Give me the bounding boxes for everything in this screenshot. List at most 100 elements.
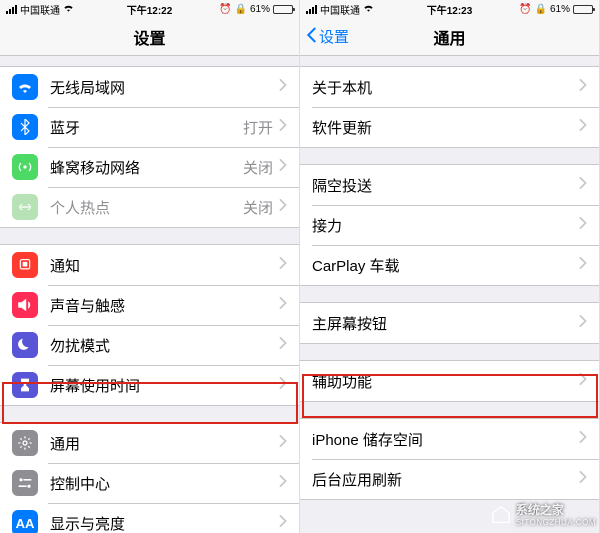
bluetooth-icon	[12, 114, 38, 140]
screentime-icon	[12, 372, 38, 398]
row-dnd[interactable]: 勿扰模式	[0, 325, 299, 365]
page-title: 通用	[433, 25, 465, 49]
back-label: 设置	[319, 26, 349, 47]
chevron-right-icon	[579, 176, 587, 194]
row-display[interactable]: AA 显示与亮度	[0, 503, 299, 533]
chevron-right-icon	[279, 296, 287, 314]
status-bar: 中国联通 下午12:22 ⏰ 🔒 61%	[0, 0, 299, 18]
settings-list[interactable]: 无线局域网蓝牙打开蜂窝移动网络关闭个人热点关闭 通知声音与触感勿扰模式屏幕使用时…	[0, 56, 299, 533]
row-screentime[interactable]: 屏幕使用时间	[0, 365, 299, 405]
row-label: 个人热点	[50, 197, 243, 218]
watermark-url: SITONGZHUA.COM	[516, 518, 596, 527]
row-label: 通用	[50, 433, 279, 454]
status-time: 下午12:23	[427, 2, 473, 17]
general-icon	[12, 430, 38, 456]
watermark: 系统之家 SITONGZHUA.COM	[490, 501, 596, 527]
wifi-icon	[12, 74, 38, 100]
row-label: 主屏幕按钮	[312, 313, 579, 334]
row-general[interactable]: 通用	[0, 423, 299, 463]
battery-icon	[273, 5, 293, 14]
row-notifications[interactable]: 通知	[0, 245, 299, 285]
chevron-right-icon	[279, 474, 287, 492]
status-time: 下午12:22	[127, 2, 173, 17]
chevron-right-icon	[279, 78, 287, 96]
chevron-right-icon	[579, 372, 587, 390]
chevron-right-icon	[579, 470, 587, 488]
row-label: 后台应用刷新	[312, 469, 579, 490]
general-list[interactable]: 关于本机软件更新 隔空投送接力 CarPlay 车载 主屏幕按钮 辅助功能 iPh…	[300, 56, 599, 533]
row-hotspot[interactable]: 个人热点关闭	[0, 187, 299, 227]
chevron-right-icon	[579, 256, 587, 274]
battery-percent: 61%	[250, 4, 270, 15]
sounds-icon	[12, 292, 38, 318]
group-connectivity: 无线局域网蓝牙打开蜂窝移动网络关闭个人热点关闭	[0, 66, 299, 228]
row-label: 控制中心	[50, 473, 279, 494]
row-label: 接力	[312, 215, 579, 236]
wifi-status-icon	[63, 3, 74, 15]
watermark-text: 系统之家	[516, 501, 596, 518]
row-label: 隔空投送	[312, 175, 579, 196]
group-about: 关于本机软件更新	[300, 66, 599, 148]
battery-percent: 61%	[550, 4, 570, 15]
row-controlcenter[interactable]: 控制中心	[0, 463, 299, 503]
alarm-icon: ⏰	[519, 4, 531, 15]
notifications-icon	[12, 252, 38, 278]
row-home-button[interactable]: 主屏幕按钮	[300, 303, 599, 343]
chevron-right-icon	[579, 78, 587, 96]
screen-general: 中国联通 下午12:23 ⏰ 🔒 61% 设置 通用 关于本机软件更新 隔空投送…	[300, 0, 600, 533]
watermark-icon	[490, 503, 512, 525]
row-value: 打开	[243, 117, 273, 138]
row-wifi[interactable]: 无线局域网	[0, 67, 299, 107]
row-label: 屏幕使用时间	[50, 375, 279, 396]
status-bar: 中国联通 下午12:23 ⏰ 🔒 61%	[300, 0, 599, 18]
row-label: 声音与触感	[50, 295, 279, 316]
row-accessibility[interactable]: 辅助功能	[300, 361, 599, 401]
display-icon: AA	[12, 510, 38, 533]
wifi-status-icon	[363, 3, 374, 15]
row-value: 关闭	[243, 197, 273, 218]
row-label: 蓝牙	[50, 117, 243, 138]
row-about[interactable]: 关于本机	[300, 67, 599, 107]
group-accessibility: 辅助功能	[300, 360, 599, 402]
hotspot-icon	[12, 194, 38, 220]
battery-icon	[573, 5, 593, 14]
group-home: 主屏幕按钮	[300, 302, 599, 344]
controlcenter-icon	[12, 470, 38, 496]
row-handoff[interactable]: 接力	[300, 205, 599, 245]
row-label: 辅助功能	[312, 371, 579, 392]
row-value: 关闭	[243, 157, 273, 178]
row-airdrop[interactable]: 隔空投送	[300, 165, 599, 205]
chevron-right-icon	[579, 314, 587, 332]
alarm-icon: ⏰	[219, 4, 231, 15]
row-sounds[interactable]: 声音与触感	[0, 285, 299, 325]
row-bluetooth[interactable]: 蓝牙打开	[0, 107, 299, 147]
row-carplay[interactable]: CarPlay 车载	[300, 245, 599, 285]
group-general: 通用控制中心AA显示与亮度墙纸	[0, 422, 299, 533]
row-label: iPhone 储存空间	[312, 429, 579, 450]
row-label: 显示与亮度	[50, 513, 279, 533]
carrier-label: 中国联通	[20, 2, 60, 17]
row-label: 软件更新	[312, 117, 579, 138]
group-storage: iPhone 储存空间后台应用刷新	[300, 418, 599, 500]
carrier-label: 中国联通	[320, 2, 360, 17]
screen-settings: 中国联通 下午12:22 ⏰ 🔒 61% 设置 无线局域网蓝牙打开蜂窝移动网络关…	[0, 0, 300, 533]
row-label: 勿扰模式	[50, 335, 279, 356]
navbar: 设置 通用	[300, 18, 599, 56]
chevron-right-icon	[579, 430, 587, 448]
row-label: 无线局域网	[50, 77, 279, 98]
chevron-right-icon	[279, 198, 287, 216]
row-software-update[interactable]: 软件更新	[300, 107, 599, 147]
group-continuity: 隔空投送接力 CarPlay 车载	[300, 164, 599, 286]
row-label: CarPlay 车载	[312, 255, 579, 276]
page-title: 设置	[133, 25, 165, 49]
chevron-right-icon	[279, 118, 287, 136]
chevron-right-icon	[279, 514, 287, 532]
cellular-icon	[12, 154, 38, 180]
row-iphone-storage[interactable]: iPhone 储存空间	[300, 419, 599, 459]
row-label: 蜂窝移动网络	[50, 157, 243, 178]
row-background-refresh[interactable]: 后台应用刷新	[300, 459, 599, 499]
signal-icon	[6, 5, 17, 14]
row-cellular[interactable]: 蜂窝移动网络关闭	[0, 147, 299, 187]
chevron-right-icon	[579, 216, 587, 234]
back-button[interactable]: 设置	[306, 26, 349, 47]
